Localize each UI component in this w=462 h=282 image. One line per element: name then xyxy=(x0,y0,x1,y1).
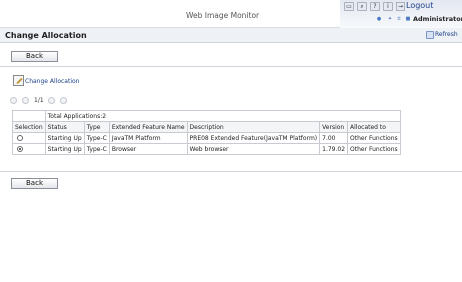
table-header-row: Selection Status Type Extended Feature N… xyxy=(12,121,401,133)
last-page-button[interactable] xyxy=(60,97,67,104)
table-cell: JavaTM Platform xyxy=(108,132,188,144)
header-bar: Web Image Monitor ▭ ⌕ ? i → Logout ● ✦ ±… xyxy=(0,0,462,28)
tools-icon: ± xyxy=(396,16,402,22)
page-indicator: 1/1 xyxy=(34,97,44,104)
table-cell: Starting Up xyxy=(44,132,85,144)
total-row: Total Applications:2 xyxy=(12,110,401,122)
info-icon[interactable]: i xyxy=(383,2,393,11)
first-page-button[interactable] xyxy=(10,97,17,104)
prev-page-button[interactable] xyxy=(22,97,29,104)
column-header: Extended Feature Name xyxy=(108,121,188,133)
app-title: Web Image Monitor xyxy=(186,11,260,20)
table-cell: 1.79.02 xyxy=(319,143,349,155)
table-cell: Other Functions xyxy=(347,143,401,155)
back-button-top[interactable]: Back xyxy=(11,51,58,62)
table-cell: Web browser xyxy=(186,143,321,155)
applications-table: Total Applications:2 Selection Status Ty… xyxy=(12,110,401,155)
refresh-icon[interactable] xyxy=(426,31,434,39)
select-radio-browser[interactable] xyxy=(17,146,23,152)
divider xyxy=(0,171,462,172)
status-icon: ■ xyxy=(405,16,411,22)
total-label: Total Applications:2 xyxy=(44,110,401,122)
select-radio-javatm[interactable] xyxy=(17,135,23,141)
network-icon: ✦ xyxy=(387,16,393,22)
back-button-bottom[interactable]: Back xyxy=(11,178,58,189)
table-row: Starting Up Type-C JavaTM Platform PRE08… xyxy=(12,132,401,144)
logout-link[interactable]: Logout xyxy=(406,1,433,10)
column-header: Allocated to xyxy=(347,121,401,133)
edit-icon[interactable] xyxy=(13,75,24,86)
logout-icon[interactable]: → xyxy=(396,2,405,11)
search-icon[interactable]: ⌕ xyxy=(357,2,367,11)
column-header: Type xyxy=(83,121,110,133)
page-header: Change Allocation Refresh xyxy=(0,28,462,43)
table-cell: 7.00 xyxy=(319,132,349,144)
table-cell xyxy=(12,110,46,122)
table-cell: Type-C xyxy=(83,132,110,144)
table-cell: Type-C xyxy=(83,143,110,155)
divider xyxy=(0,66,462,67)
column-header: Status xyxy=(44,121,85,133)
refresh-link[interactable]: Refresh xyxy=(435,31,458,38)
column-header: Version xyxy=(319,121,349,133)
help-icon[interactable]: ? xyxy=(370,2,380,11)
change-allocation-link[interactable]: Change Allocation xyxy=(25,78,79,85)
page-title: Change Allocation xyxy=(5,31,87,40)
table-cell: Browser xyxy=(108,143,188,155)
next-page-button[interactable] xyxy=(48,97,55,104)
selection-cell xyxy=(12,132,46,144)
user-label: Administrator xyxy=(413,15,462,23)
selection-cell xyxy=(12,143,46,155)
table-cell: Other Functions xyxy=(347,132,401,144)
user-icon: ● xyxy=(376,16,382,22)
keyboard-icon[interactable]: ▭ xyxy=(344,2,354,11)
table-row: Starting Up Type-C Browser Web browser 1… xyxy=(12,143,401,155)
column-header: Description xyxy=(186,121,321,133)
table-cell: PRE08 Extended Feature(JavaTM Platform) xyxy=(186,132,321,144)
table-cell: Starting Up xyxy=(44,143,85,155)
column-header: Selection xyxy=(12,121,46,133)
